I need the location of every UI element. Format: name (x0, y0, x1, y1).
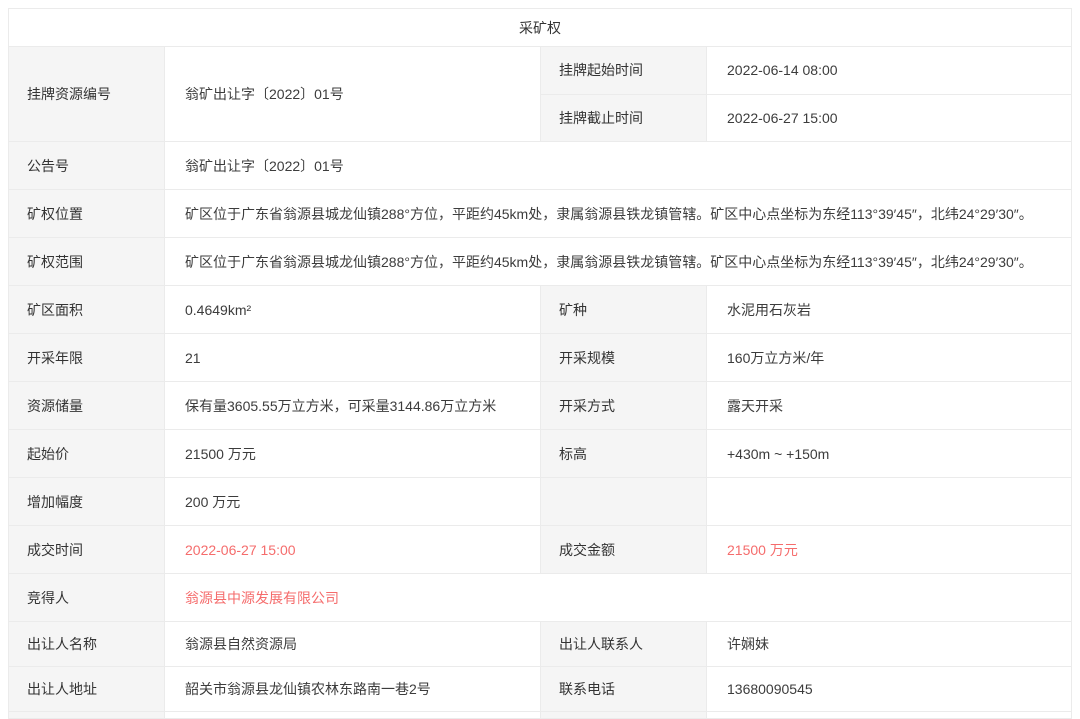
elevation-value: +430m ~ +150m (707, 430, 1071, 477)
mining-area-value: 0.4649km² (165, 286, 541, 333)
transferor-name-value: 翁源县自然资源局 (165, 622, 541, 666)
row-winner: 竞得人 翁源县中源发展有限公司 (9, 573, 1071, 621)
elevation-label: 标高 (541, 430, 707, 477)
transferor-address-label: 出让人地址 (9, 667, 165, 711)
row-increment: 增加幅度 200 万元 (9, 477, 1071, 525)
increment-value: 200 万元 (165, 478, 541, 525)
transferor-contact-value: 许娴妹 (707, 622, 1071, 666)
cutoff-value-cell-right (707, 712, 1071, 718)
listing-start-value: 2022-06-14 08:00 (707, 47, 1071, 94)
transferor-address-value: 韶关市翁源县龙仙镇农林东路南一巷2号 (165, 667, 541, 711)
empty-label-cell (541, 478, 707, 525)
transferor-contact-label: 出让人联系人 (541, 622, 707, 666)
winner-label: 竞得人 (9, 574, 165, 621)
mining-right-location-label: 矿权位置 (9, 190, 165, 237)
mining-method-label: 开采方式 (541, 382, 707, 429)
start-price-value: 21500 万元 (165, 430, 541, 477)
row-cutoff-sliver (9, 711, 1071, 718)
table-title-row: 采矿权 (9, 9, 1071, 46)
mining-area-label: 矿区面积 (9, 286, 165, 333)
mining-right-scope-value: 矿区位于广东省翁源县城龙仙镇288°方位，平距约45km处，隶属翁源县铁龙镇管辖… (165, 238, 1071, 285)
deal-amount-label: 成交金额 (541, 526, 707, 573)
contact-phone-label: 联系电话 (541, 667, 707, 711)
announcement-number-label: 公告号 (9, 142, 165, 189)
cutoff-value-cell-left (165, 712, 541, 718)
mining-right-location-value: 矿区位于广东省翁源县城龙仙镇288°方位，平距约45km处，隶属翁源县铁龙镇管辖… (165, 190, 1071, 237)
mining-method-value: 露天开采 (707, 382, 1071, 429)
listing-start-label: 挂牌起始时间 (541, 47, 707, 94)
row-reserves-method: 资源储量 保有量3605.55万立方米，可采量3144.86万立方米 开采方式 … (9, 381, 1071, 429)
row-address-phone: 出让人地址 韶关市翁源县龙仙镇农林东路南一巷2号 联系电话 1368009054… (9, 666, 1071, 711)
transferor-name-label: 出让人名称 (9, 622, 165, 666)
mining-years-value: 21 (165, 334, 541, 381)
deal-time-label: 成交时间 (9, 526, 165, 573)
announcement-number-value: 翁矿出让字〔2022〕01号 (165, 142, 1071, 189)
resource-reserves-label: 资源储量 (9, 382, 165, 429)
listing-end-value: 2022-06-27 15:00 (707, 95, 1071, 142)
deal-amount-value: 21500 万元 (707, 526, 1071, 573)
mining-scale-label: 开采规模 (541, 334, 707, 381)
row-price-elevation: 起始价 21500 万元 标高 +430m ~ +150m (9, 429, 1071, 477)
page-title: 采矿权 (519, 18, 561, 38)
deal-time-value: 2022-06-27 15:00 (165, 526, 541, 573)
cutoff-label-cell-left (9, 712, 165, 718)
cutoff-label-cell-right (541, 712, 707, 718)
row-mining-right-scope: 矿权范围 矿区位于广东省翁源县城龙仙镇288°方位，平距约45km处，隶属翁源县… (9, 237, 1071, 285)
row-listing-start: 挂牌起始时间 2022-06-14 08:00 (541, 47, 1071, 94)
empty-value-cell (707, 478, 1071, 525)
start-price-label: 起始价 (9, 430, 165, 477)
contact-phone-value: 13680090545 (707, 667, 1071, 711)
row-listing-number: 挂牌资源编号 翁矿出让字〔2022〕01号 挂牌起始时间 2022-06-14 … (9, 46, 1071, 141)
mining-right-scope-label: 矿权范围 (9, 238, 165, 285)
winner-value: 翁源县中源发展有限公司 (165, 574, 1071, 621)
row-years-scale: 开采年限 21 开采规模 160万立方米/年 (9, 333, 1071, 381)
mineral-type-value: 水泥用石灰岩 (707, 286, 1071, 333)
listing-number-value: 翁矿出让字〔2022〕01号 (165, 47, 541, 141)
row-transferor-name-contact: 出让人名称 翁源县自然资源局 出让人联系人 许娴妹 (9, 621, 1071, 666)
row-area-mineral: 矿区面积 0.4649km² 矿种 水泥用石灰岩 (9, 285, 1071, 333)
row-mining-right-location: 矿权位置 矿区位于广东省翁源县城龙仙镇288°方位，平距约45km处，隶属翁源县… (9, 189, 1071, 237)
increment-label: 增加幅度 (9, 478, 165, 525)
mining-right-detail-table: 采矿权 挂牌资源编号 翁矿出让字〔2022〕01号 挂牌起始时间 2022-06… (8, 8, 1072, 719)
listing-time-subcolumn: 挂牌起始时间 2022-06-14 08:00 挂牌截止时间 2022-06-2… (541, 47, 1071, 141)
mineral-type-label: 矿种 (541, 286, 707, 333)
row-deal-time-amount: 成交时间 2022-06-27 15:00 成交金额 21500 万元 (9, 525, 1071, 573)
mining-years-label: 开采年限 (9, 334, 165, 381)
row-announcement-number: 公告号 翁矿出让字〔2022〕01号 (9, 141, 1071, 189)
resource-reserves-value: 保有量3605.55万立方米，可采量3144.86万立方米 (165, 382, 541, 429)
row-listing-end: 挂牌截止时间 2022-06-27 15:00 (541, 94, 1071, 142)
listing-end-label: 挂牌截止时间 (541, 95, 707, 142)
listing-number-label: 挂牌资源编号 (9, 47, 165, 141)
mining-scale-value: 160万立方米/年 (707, 334, 1071, 381)
